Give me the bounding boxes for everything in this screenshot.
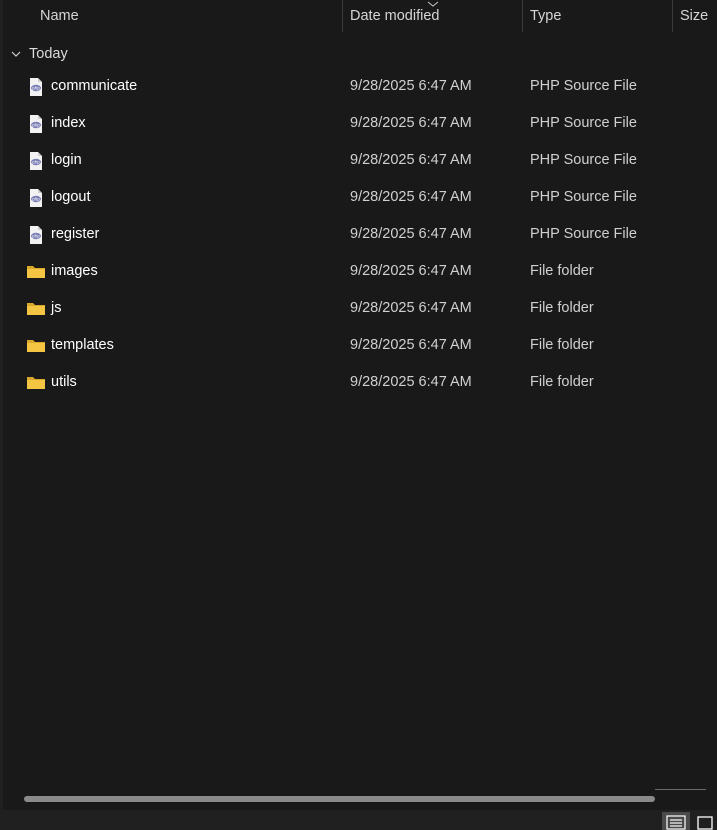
file-date: 9/28/2025 6:47 AM xyxy=(350,374,472,390)
svg-text:php: php xyxy=(32,86,40,91)
group-label: Today xyxy=(29,46,68,62)
folder-row[interactable]: images 9/28/2025 6:47 AM File folder xyxy=(0,253,717,290)
file-date: 9/28/2025 6:47 AM xyxy=(350,337,472,353)
folder-row[interactable]: templates 9/28/2025 6:47 AM File folder xyxy=(0,327,717,364)
folder-name: js xyxy=(51,300,62,316)
column-divider[interactable] xyxy=(342,0,343,32)
php-file-icon: php xyxy=(30,78,42,96)
column-divider[interactable] xyxy=(672,0,673,32)
column-header-size[interactable]: Size xyxy=(680,0,717,33)
file-explorer-window: Name Date modified Type Size Today php c… xyxy=(0,0,717,830)
tiles-view-icon xyxy=(697,816,713,830)
column-header-name[interactable]: Name xyxy=(40,0,340,33)
file-row[interactable]: php communicate 9/28/2025 6:47 AM PHP So… xyxy=(0,68,717,105)
file-row[interactable]: php register 9/28/2025 6:47 AM PHP Sourc… xyxy=(0,216,717,253)
column-header-bar: Name Date modified Type Size xyxy=(0,0,717,33)
file-row[interactable]: php logout 9/28/2025 6:47 AM PHP Source … xyxy=(0,179,717,216)
folder-name: images xyxy=(51,263,98,279)
file-type: PHP Source File xyxy=(530,189,637,205)
file-type: PHP Source File xyxy=(530,78,637,94)
horizontal-scrollbar-thumb[interactable] xyxy=(24,796,655,802)
column-header-type[interactable]: Type xyxy=(530,0,670,33)
php-file-icon: php xyxy=(30,189,42,207)
column-header-name-label: Name xyxy=(40,8,79,24)
status-bar xyxy=(0,810,717,830)
column-header-date-modified[interactable]: Date modified xyxy=(350,0,520,33)
file-date: 9/28/2025 6:47 AM xyxy=(350,263,472,279)
file-name: register xyxy=(51,226,100,242)
chevron-down-icon xyxy=(11,51,21,57)
php-file-icon: php xyxy=(30,152,42,170)
svg-text:php: php xyxy=(32,160,40,165)
svg-text:php: php xyxy=(32,123,40,128)
file-row[interactable]: php login 9/28/2025 6:47 AM PHP Source F… xyxy=(0,142,717,179)
file-type: File folder xyxy=(530,300,594,316)
tiles-view-button[interactable] xyxy=(693,812,717,830)
folder-icon xyxy=(27,303,45,315)
group-header-today[interactable]: Today xyxy=(10,42,68,66)
file-date: 9/28/2025 6:47 AM xyxy=(350,115,472,131)
file-type: File folder xyxy=(530,337,594,353)
details-view-button[interactable] xyxy=(662,812,690,830)
file-list: php communicate 9/28/2025 6:47 AM PHP So… xyxy=(0,68,717,401)
php-file-icon: php xyxy=(30,115,42,133)
scrollbar-corner-divider xyxy=(655,789,706,790)
file-name: communicate xyxy=(51,78,138,94)
php-file-icon: php xyxy=(30,226,42,244)
column-divider[interactable] xyxy=(522,0,523,32)
file-type: File folder xyxy=(530,374,594,390)
horizontal-scrollbar[interactable] xyxy=(24,796,655,803)
file-type: File folder xyxy=(530,263,594,279)
file-type: PHP Source File xyxy=(530,115,637,131)
folder-row[interactable]: utils 9/28/2025 6:47 AM File folder xyxy=(0,364,717,401)
svg-text:php: php xyxy=(32,234,40,239)
file-type: PHP Source File xyxy=(530,226,637,242)
file-name: logout xyxy=(51,189,91,205)
column-header-date-label: Date modified xyxy=(350,8,440,24)
file-date: 9/28/2025 6:47 AM xyxy=(350,300,472,316)
file-date: 9/28/2025 6:47 AM xyxy=(350,189,472,205)
folder-name: utils xyxy=(51,374,77,390)
file-row[interactable]: php index 9/28/2025 6:47 AM PHP Source F… xyxy=(0,105,717,142)
svg-text:php: php xyxy=(32,197,40,202)
details-view-icon xyxy=(666,815,686,830)
folder-name: templates xyxy=(51,337,114,353)
folder-icon xyxy=(27,266,45,278)
file-date: 9/28/2025 6:47 AM xyxy=(350,152,472,168)
folder-row[interactable]: js 9/28/2025 6:47 AM File folder xyxy=(0,290,717,327)
file-name: index xyxy=(51,115,86,131)
file-type: PHP Source File xyxy=(530,152,637,168)
file-date: 9/28/2025 6:47 AM xyxy=(350,226,472,242)
folder-icon xyxy=(27,340,45,352)
column-header-type-label: Type xyxy=(530,8,562,24)
file-name: login xyxy=(51,152,82,168)
file-date: 9/28/2025 6:47 AM xyxy=(350,78,472,94)
folder-icon xyxy=(27,377,45,389)
column-header-size-label: Size xyxy=(680,8,709,24)
